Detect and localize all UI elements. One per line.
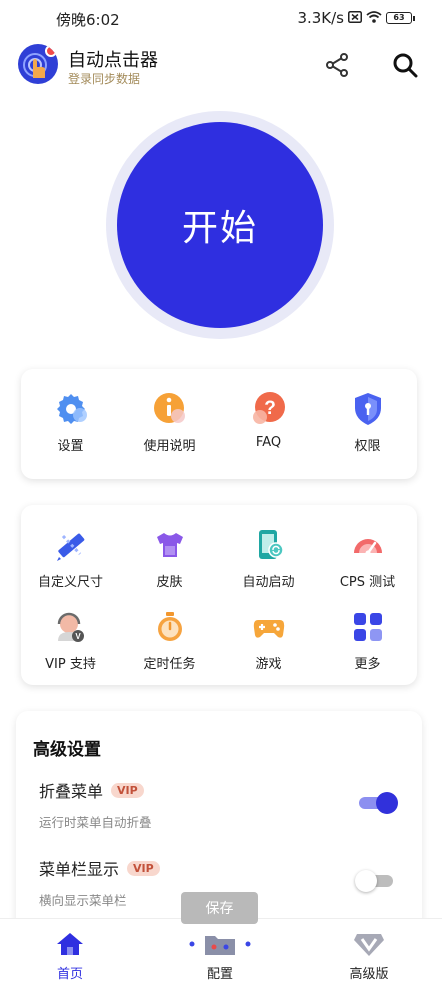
question-icon: ? [251, 391, 287, 427]
menu-item-faq[interactable]: ? FAQ [219, 391, 318, 454]
gear-icon [53, 391, 89, 427]
app-logo-icon [18, 44, 58, 84]
status-time: 傍晚6:02 [56, 11, 120, 29]
menu-bar-display-toggle[interactable] [355, 870, 399, 892]
notification-dot [45, 45, 57, 57]
phone-sync-icon [251, 527, 287, 563]
wifi-icon [366, 9, 382, 27]
vip-diamond-icon [354, 934, 384, 956]
tools-card: 自定义尺寸 皮肤 自动启动 CPS 测试 V VIP 支持 定时任务 游戏 更多 [21, 505, 417, 685]
tool-label: 自动启动 [242, 575, 295, 590]
svg-text:V: V [75, 632, 81, 641]
tool-label: 更多 [354, 657, 381, 672]
nav-label: 首页 [56, 967, 83, 982]
support-agent-icon: V [53, 609, 89, 645]
ruler-icon [53, 527, 89, 563]
home-icon [57, 933, 83, 955]
info-icon [152, 391, 188, 427]
search-icon [393, 53, 418, 78]
tools-row: 自定义尺寸 皮肤 自动启动 CPS 测试 [21, 527, 417, 590]
nav-label: 高级版 [349, 967, 389, 982]
tool-label: 自定义尺寸 [37, 575, 103, 590]
network-speed: 3.3K/s [297, 9, 344, 27]
menu-item-instructions[interactable]: 使用说明 [120, 391, 219, 454]
collapse-menu-toggle[interactable] [355, 792, 399, 814]
menu-label: 权限 [354, 439, 381, 454]
start-button[interactable]: 开始 [117, 122, 323, 328]
grid-icon [350, 609, 386, 645]
search-button[interactable] [390, 50, 420, 80]
tool-games[interactable]: 游戏 [219, 609, 318, 672]
bottom-navigation: 首页 配置 高级版 [0, 918, 442, 987]
battery-icon: 63 [386, 12, 415, 24]
login-sync-link[interactable]: 登录同步数据 [68, 70, 140, 87]
tool-label: VIP 支持 [45, 657, 96, 672]
tool-scheduled-task[interactable]: 定时任务 [120, 609, 219, 672]
tool-label: 皮肤 [156, 575, 183, 590]
toggle-knob [376, 792, 398, 814]
app-title: 自动点击器 [68, 50, 158, 71]
tshirt-icon [152, 527, 188, 563]
shield-icon [350, 391, 386, 427]
speedometer-icon [350, 527, 386, 563]
vip-badge: VIP [127, 860, 160, 876]
gamepad-icon [251, 609, 287, 645]
nav-home[interactable]: 首页 [20, 931, 120, 982]
quick-menu-card: 设置 使用说明 ? FAQ 权限 [21, 369, 417, 479]
folder-icon [189, 936, 251, 955]
tool-vip-support[interactable]: V VIP 支持 [21, 609, 120, 672]
tool-more[interactable]: 更多 [318, 609, 417, 672]
tools-row: V VIP 支持 定时任务 游戏 更多 [21, 609, 417, 672]
toggle-knob [355, 870, 377, 892]
menu-label: 使用说明 [143, 439, 196, 454]
setting-name: 菜单栏显示 [39, 860, 120, 879]
status-icons: 3.3K/s 63 [297, 9, 415, 27]
tool-cps-test[interactable]: CPS 测试 [318, 527, 417, 590]
menu-label: 设置 [57, 439, 84, 454]
vip-badge: VIP [111, 782, 144, 798]
tool-skin[interactable]: 皮肤 [120, 527, 219, 590]
setting-description: 运行时菜单自动折叠 [39, 815, 152, 830]
tool-label: 定时任务 [143, 657, 196, 672]
nav-label: 配置 [206, 967, 233, 982]
menu-item-permissions[interactable]: 权限 [318, 391, 417, 454]
setting-collapse-menu: 折叠菜单 VIP 运行时菜单自动折叠 [39, 778, 399, 831]
nav-config[interactable]: 配置 [170, 931, 270, 982]
app-header: 自动点击器 登录同步数据 [0, 40, 442, 96]
sim-icon [348, 9, 362, 27]
tool-label: 游戏 [255, 657, 282, 672]
tool-label: CPS 测试 [339, 575, 396, 590]
status-bar: 傍晚6:02 3.3K/s 63 [0, 0, 442, 36]
nav-premium[interactable]: 高级版 [319, 931, 419, 982]
stopwatch-icon [152, 609, 188, 645]
share-button[interactable] [322, 50, 352, 80]
tool-custom-size[interactable]: 自定义尺寸 [21, 527, 120, 590]
setting-name: 折叠菜单 [39, 782, 104, 801]
quick-menu-grid: 设置 使用说明 ? FAQ 权限 [21, 391, 417, 454]
menu-label: FAQ [255, 435, 282, 450]
save-button[interactable]: 保存 [181, 892, 258, 924]
share-icon [326, 53, 348, 77]
advanced-settings-title: 高级设置 [33, 740, 101, 760]
menu-item-settings[interactable]: 设置 [21, 391, 120, 454]
tool-auto-start[interactable]: 自动启动 [219, 527, 318, 590]
